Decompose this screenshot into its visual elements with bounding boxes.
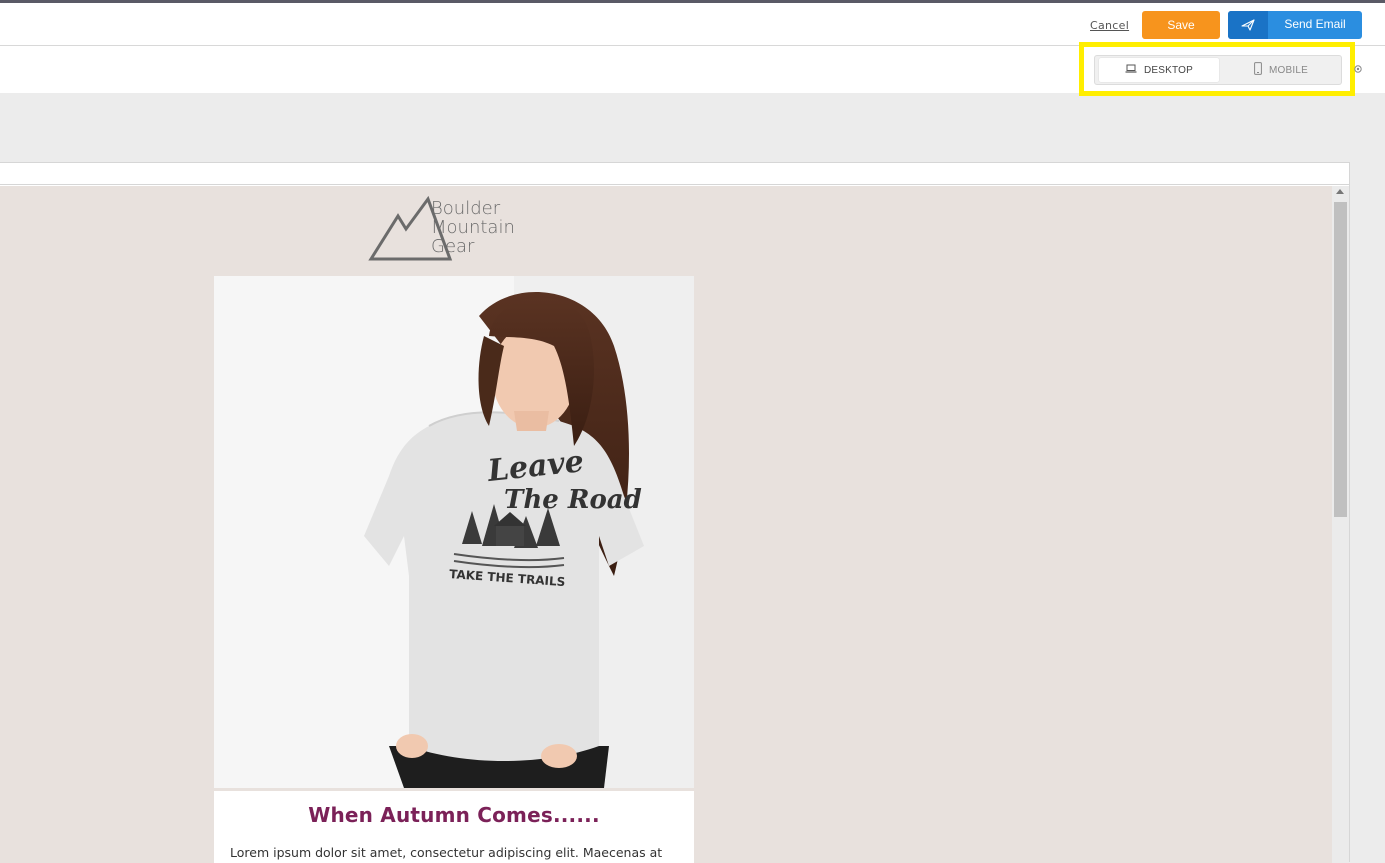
hero-photo-illustration: Leave The Road TAKE THE TRAILS [214,276,694,788]
send-email-label: Send Email [1284,17,1346,31]
hero-image[interactable]: Leave The Road TAKE THE TRAILS [214,276,694,788]
save-button[interactable]: Save [1142,11,1220,39]
card-body-text[interactable]: Lorem ipsum dolor sit amet, consectetur … [230,845,680,860]
top-action-bar: Cancel Save Send Email [0,3,1385,46]
logo-line-2: Mountain [431,217,515,238]
logo-line-3: Gear [431,236,475,257]
scroll-up-arrow-icon[interactable] [1336,189,1344,194]
cancel-link[interactable]: Cancel [1090,19,1129,32]
send-email-button[interactable]: Send Email [1228,11,1362,39]
logo-line-1: Boulder [431,198,501,219]
laptop-icon [1125,64,1137,76]
scrollbar-thumb[interactable] [1334,202,1347,517]
preview-header [0,163,1349,185]
email-preview-frame: Boulder Mountain Gear Leave The Road TAK… [0,162,1350,863]
desktop-view-label: DESKTOP [1143,64,1193,76]
mobile-view-option[interactable]: MOBILE [1223,58,1339,82]
paper-plane-icon [1228,11,1268,39]
shirt-text-road: The Road [504,485,642,515]
content-card: When Autumn Comes...... Lorem ipsum dolo… [214,791,694,863]
gear-icon[interactable] [1352,62,1364,74]
desktop-view-option[interactable]: DESKTOP [1099,58,1219,82]
mobile-view-label: MOBILE [1269,64,1308,76]
phone-icon [1254,62,1262,78]
email-body: Boulder Mountain Gear Leave The Road TAK… [0,186,1332,863]
preview-scrollbar[interactable] [1332,186,1349,863]
logo-wordmark: Boulder Mountain Gear [431,199,515,256]
card-title[interactable]: When Autumn Comes...... [214,803,694,827]
view-mode-toggle: DESKTOP MOBILE [1094,55,1342,85]
